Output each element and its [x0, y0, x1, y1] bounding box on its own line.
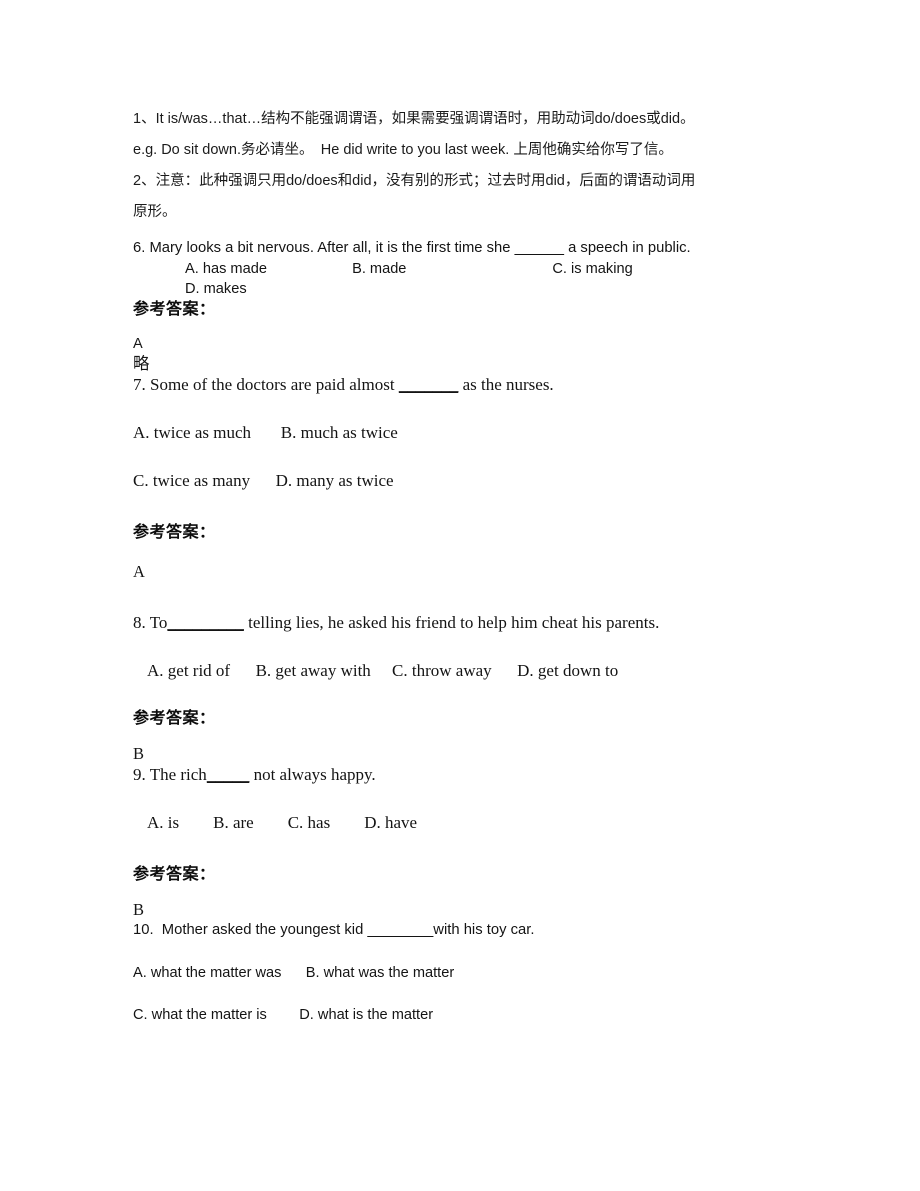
document-page: 1、It is/was…that…结构不能强调谓语，如果需要强调谓语时，用助动词…	[0, 0, 920, 1191]
answer-letter-6: A	[133, 336, 143, 352]
answer-heading-8: 参考答案：	[133, 710, 216, 727]
question-stem-7-tail: as the nurses.	[458, 375, 554, 394]
question-stem-6-tail: a speech in public.	[563, 240, 691, 256]
answer-letter-8: B	[133, 744, 145, 763]
grammar-note-line-4: 原形。	[133, 204, 177, 220]
question-options-10-row2: C. what the matter is D. what is the mat…	[133, 1007, 434, 1023]
question-stem-10-text: 10. Mother asked the youngest kid	[133, 922, 368, 938]
question-stem-6-text: 6. Mary looks a bit nervous. After all, …	[133, 240, 515, 256]
question-options-10-row1: A. what the matter was B. what was the m…	[133, 965, 455, 981]
grammar-note-line-3: 2、注意：此种强调只用do/does和did，没有别的形式；过去时用did，后面…	[133, 173, 696, 189]
question-stem-8-tail: telling lies, he asked his friend to hel…	[243, 613, 660, 632]
question-blank-9: _____	[206, 765, 250, 784]
question-blank-6: ______	[514, 240, 564, 256]
question-options-6-row1: A. has made B. made C. is making	[185, 261, 633, 277]
question-block-6: 6. Mary looks a bit nervous. After all, …	[133, 238, 781, 374]
question-stem-10: 10. Mother asked the youngest kid ______…	[133, 920, 781, 941]
question-options-7-row2: C. twice as many D. many as twice	[133, 471, 394, 490]
question-blank-10: ________	[367, 922, 434, 938]
question-stem-6: 6. Mary looks a bit nervous. After all, …	[133, 238, 781, 259]
question-blank-7: _______	[398, 375, 459, 394]
grammar-note-line-1: 1、It is/was…that…结构不能强调谓语，如果需要强调谓语时，用助动词…	[133, 111, 695, 127]
question-options-8-row1: A. get rid of B. get away with C. throw …	[147, 661, 619, 680]
grammar-note-line-2: e.g. Do sit down.务必请坐。 He did write to y…	[133, 142, 673, 158]
question-stem-8: 8. To_________ telling lies, he asked hi…	[133, 612, 781, 634]
question-block-10: 10. Mother asked the youngest kid ______…	[133, 920, 781, 1025]
answer-heading-9: 参考答案：	[133, 866, 216, 883]
question-stem-9-text: 9. The rich	[133, 765, 207, 784]
answer-letter-7: A	[133, 562, 145, 581]
question-block-9: 9. The rich_____ not always happy. A. is…	[133, 764, 781, 920]
question-stem-7: 7. Some of the doctors are paid almost _…	[133, 374, 781, 396]
question-block-7: 7. Some of the doctors are paid almost _…	[133, 374, 781, 582]
answer-heading-6: 参考答案：	[133, 301, 216, 318]
question-block-8: 8. To_________ telling lies, he asked hi…	[133, 612, 781, 764]
question-options-6-row2: D. makes	[185, 281, 247, 297]
answer-heading-7: 参考答案：	[133, 524, 216, 541]
question-stem-9-tail: not always happy.	[249, 765, 376, 784]
answer-letter-9: B	[133, 900, 145, 919]
grammar-notes-block: 1、It is/was…that…结构不能强调谓语，如果需要强调谓语时，用助动词…	[133, 104, 781, 228]
answer-extra-6: 略	[133, 354, 150, 373]
question-options-9-row1: A. is B. are C. has D. have	[147, 813, 418, 832]
question-stem-10-tail: with his toy car.	[433, 922, 535, 938]
question-stem-9: 9. The rich_____ not always happy.	[133, 764, 781, 786]
document-body: 1、It is/was…that…结构不能强调谓语，如果需要强调谓语时，用助动词…	[133, 104, 781, 1025]
question-stem-8-text: 8. To	[133, 613, 168, 632]
question-blank-8: _________	[167, 613, 244, 632]
question-options-7-row1: A. twice as much B. much as twice	[133, 423, 398, 442]
question-stem-7-text: 7. Some of the doctors are paid almost	[133, 375, 399, 394]
